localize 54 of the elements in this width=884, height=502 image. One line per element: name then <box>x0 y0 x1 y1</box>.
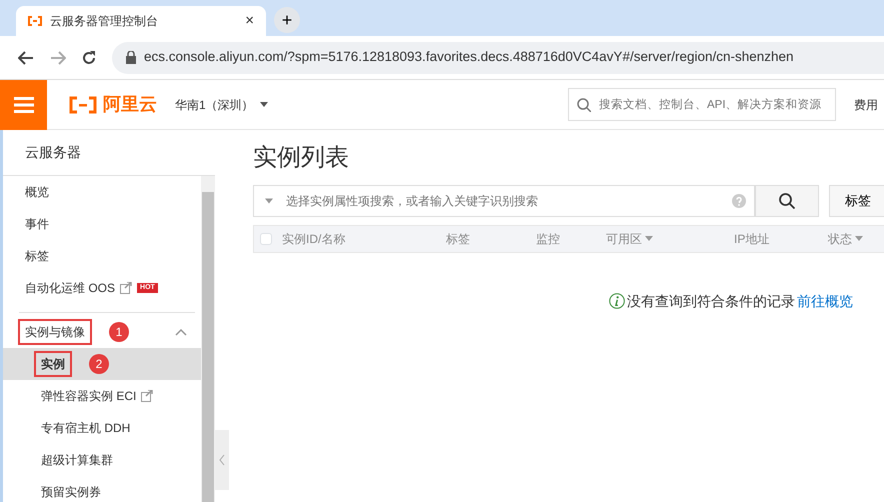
sort-caret-icon <box>855 236 863 242</box>
sidebar-item[interactable]: 专有宿主机 DDH <box>3 412 201 444</box>
page-title: 实例列表 <box>253 144 350 173</box>
address-bar[interactable]: ecs.console.aliyun.com/?spm=5176.12818093.favorites.decs.488716d0VC4avY#/server/region/cn-shenzhen <box>112 42 884 74</box>
column-header: 标签 <box>446 230 470 248</box>
sidebar-item[interactable]: 预留实例券 <box>3 476 201 502</box>
reload-icon <box>82 50 96 64</box>
menu-button[interactable] <box>0 80 47 130</box>
browser-tab[interactable]: 云服务器管理控制台 × <box>16 6 266 36</box>
fees-link[interactable]: 费用 <box>854 96 878 114</box>
caret-icon <box>260 102 268 107</box>
url-text: ecs.console.aliyun.com/?spm=5176.12818093.favorites.decs.488716d0VC4avY#/server/region/cn-shenzhen <box>144 48 794 66</box>
logo-text: 阿里云 <box>103 93 157 116</box>
caret-icon <box>265 198 273 204</box>
sidebar-item[interactable]: 概览 <box>3 176 201 208</box>
lock-icon <box>126 51 136 64</box>
external-link-icon <box>120 282 132 294</box>
search-button[interactable] <box>755 184 819 217</box>
tab-title: 云服务器管理控制台 <box>50 13 159 30</box>
back-icon <box>18 50 34 64</box>
forward-icon <box>50 50 66 64</box>
help-icon <box>732 194 746 208</box>
sidebar-item[interactable]: 实例 <box>34 351 72 377</box>
overview-link[interactable]: 前往概览 <box>797 290 853 312</box>
filter-field[interactable]: 选择实例属性项搜索，或者输入关键字识别搜索 <box>253 184 755 217</box>
empty-message: 没有查询到符合条件的记录 <box>627 292 795 311</box>
logo-icon <box>69 96 97 114</box>
chevron-left-icon <box>219 454 225 466</box>
column-header: 实例ID/名称 <box>282 230 346 248</box>
tag-button[interactable]: 标签 <box>829 184 884 217</box>
sidebar-item[interactable]: 标签 <box>3 240 201 272</box>
sidebar-item[interactable]: 弹性容器实例 ECI <box>3 380 201 412</box>
scrollbar[interactable] <box>201 176 215 502</box>
sort-caret-icon <box>645 236 653 242</box>
section-header[interactable]: 实例与镜像 <box>18 319 92 345</box>
sidebar-collapse-handle[interactable] <box>215 430 229 490</box>
search-icon <box>779 192 795 209</box>
select-all-checkbox[interactable] <box>260 232 272 245</box>
sidebar-item[interactable]: 事件 <box>3 208 201 240</box>
sidebar-item[interactable]: 超级计算集群 <box>3 444 201 476</box>
info-icon <box>609 293 625 310</box>
step-number-marker: 1 <box>109 322 129 342</box>
close-icon[interactable]: × <box>245 10 254 32</box>
region-selector[interactable]: 华南1（深圳） <box>175 96 268 114</box>
step-number-marker: 2 <box>89 354 109 374</box>
site-logo-icon <box>28 16 42 26</box>
column-header: IP地址 <box>734 230 770 248</box>
column-header: 监控 <box>536 230 560 248</box>
search-icon <box>577 98 591 112</box>
external-link-icon <box>141 390 154 402</box>
new-tab-button[interactable]: + <box>274 7 300 33</box>
sidebar-title: 云服务器 <box>3 130 215 176</box>
search-field[interactable]: 搜索文档、控制台、API、解决方案和资源 <box>568 88 836 121</box>
menu-icon <box>14 96 34 112</box>
